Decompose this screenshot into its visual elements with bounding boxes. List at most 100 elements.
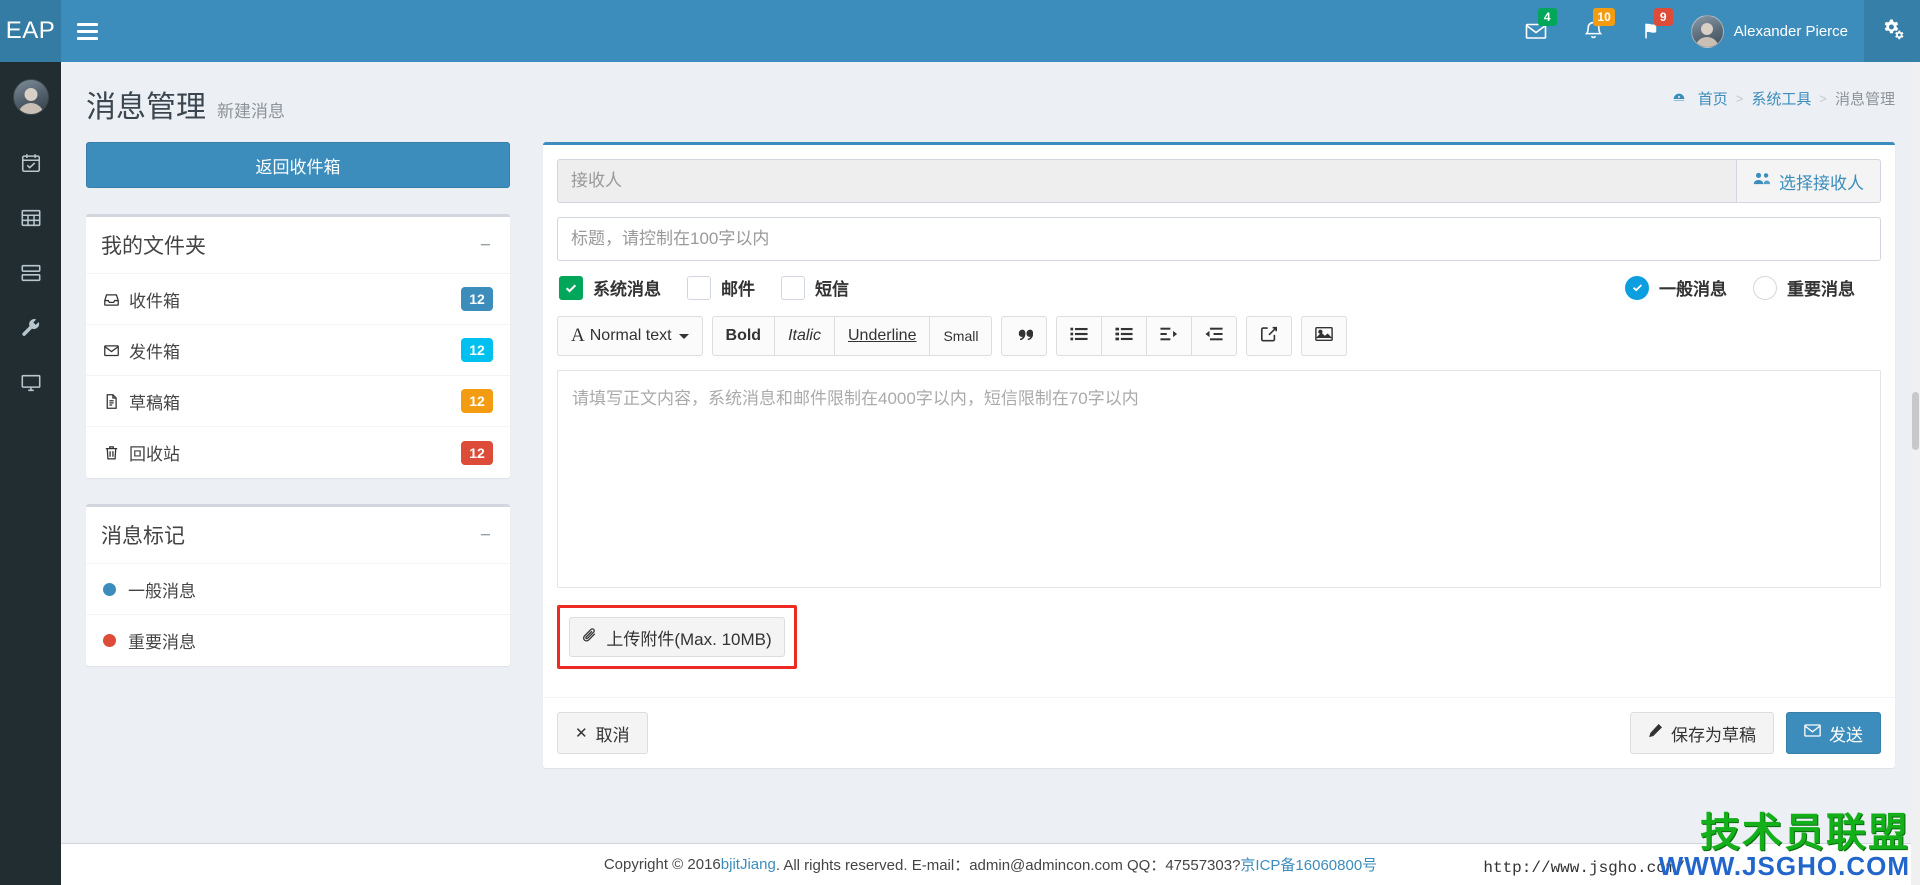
- text-style-dropdown[interactable]: A Normal text: [557, 316, 703, 356]
- sidebar-item-label: 草稿箱: [129, 389, 461, 414]
- quote-button[interactable]: [1001, 316, 1047, 356]
- copyright-suffix: . All rights reserved. E-mail：admin@admi…: [776, 854, 1241, 875]
- breadcrumb-item-system-tools[interactable]: 系统工具: [1751, 88, 1811, 109]
- checkbox-icon[interactable]: [687, 276, 711, 300]
- copyright-prefix: Copyright © 2016: [604, 856, 721, 873]
- quote-left-icon: [1015, 326, 1033, 347]
- checkbox-icon[interactable]: [781, 276, 805, 300]
- pencil-icon: [1648, 723, 1663, 743]
- recipient-group: 选择接收人: [557, 159, 1881, 203]
- message-options-row: 系统消息 邮件 短信: [559, 275, 1881, 300]
- tasks-menu[interactable]: 9: [1623, 0, 1681, 62]
- footer-icp-link[interactable]: 京ICP备16060800号: [1240, 854, 1377, 875]
- cancel-button[interactable]: ✕ 取消: [557, 712, 648, 754]
- ordered-list-button[interactable]: [1101, 316, 1147, 356]
- pick-recipient-button[interactable]: 选择接收人: [1736, 159, 1881, 203]
- sidebar-item-trash[interactable]: 回收站 12: [86, 427, 510, 478]
- priority-normal[interactable]: 一般消息: [1625, 275, 1727, 300]
- navbar-spacer: [113, 0, 1507, 62]
- back-to-inbox-button[interactable]: 返回收件箱: [86, 142, 510, 188]
- channel-label: 邮件: [721, 275, 755, 300]
- channel-email[interactable]: 邮件: [687, 275, 755, 300]
- sidebar-item-outbox[interactable]: 发件箱 12: [86, 325, 510, 376]
- desktop-icon: [20, 372, 42, 394]
- small-button[interactable]: Small: [929, 316, 992, 356]
- bold-button[interactable]: Bold: [712, 316, 776, 356]
- messages-badge: 4: [1538, 8, 1557, 26]
- save-draft-button[interactable]: 保存为草稿: [1630, 712, 1774, 754]
- rail-item-tools[interactable]: [0, 300, 61, 355]
- recipient-input[interactable]: [557, 159, 1736, 203]
- upload-attachment-label: 上传附件(Max. 10MB): [606, 625, 771, 650]
- left-rail: [0, 62, 61, 885]
- message-labels-list: 一般消息 重要消息: [86, 563, 510, 666]
- sidebar-item-inbox[interactable]: 收件箱 12: [86, 274, 510, 325]
- rail-item-server[interactable]: [0, 245, 61, 300]
- ordered-list-icon: [1115, 326, 1133, 347]
- send-label: 发送: [1829, 721, 1863, 746]
- message-body-editor[interactable]: 请填写正文内容，系统消息和邮件限制在4000字以内，短信限制在70字以内: [557, 370, 1881, 588]
- my-folders-title: 我的文件夹: [101, 230, 206, 260]
- compose-column: 选择接收人 系统消息: [510, 142, 1895, 768]
- breadcrumb-separator: >: [1819, 91, 1827, 106]
- message-labels-title: 消息标记: [101, 520, 185, 550]
- rail-item-desktop[interactable]: [0, 355, 61, 410]
- link-button[interactable]: [1246, 316, 1292, 356]
- chevron-down-icon: [679, 334, 689, 339]
- channel-label: 短信: [815, 275, 849, 300]
- channel-sms[interactable]: 短信: [781, 275, 849, 300]
- list-group: [1056, 316, 1237, 356]
- page-scrollbar[interactable]: [1911, 62, 1920, 885]
- breadcrumb-item-home[interactable]: 首页: [1698, 88, 1728, 109]
- sidebar-item-label: 一般消息: [128, 577, 493, 602]
- priority-label: 一般消息: [1659, 275, 1727, 300]
- trash-icon: [103, 444, 129, 461]
- radio-checked-icon[interactable]: [1625, 276, 1649, 300]
- hamburger-icon[interactable]: [61, 0, 113, 62]
- radio-icon[interactable]: [1753, 276, 1777, 300]
- sidebar-item-badge: 12: [461, 338, 493, 362]
- rail-avatar: [13, 79, 49, 115]
- footer-brand-link[interactable]: bjitJiang: [721, 856, 776, 873]
- rail-item-table[interactable]: [0, 190, 61, 245]
- upload-attachment-button[interactable]: 上传附件(Max. 10MB): [569, 617, 785, 657]
- sidebar-item-label: 回收站: [129, 440, 461, 465]
- page-header: 消息管理 新建消息: [61, 62, 1920, 120]
- file-text-icon: [103, 393, 129, 410]
- sidebar-item-drafts[interactable]: 草稿箱 12: [86, 376, 510, 427]
- scrollbar-thumb[interactable]: [1912, 392, 1919, 450]
- sidebar-item-label: 发件箱: [129, 338, 461, 363]
- italic-button[interactable]: Italic: [774, 316, 835, 356]
- underline-button[interactable]: Underline: [834, 316, 930, 356]
- message-labels-header: 消息标记 −: [86, 507, 510, 563]
- gears-icon: [1881, 17, 1904, 45]
- image-button[interactable]: [1301, 316, 1347, 356]
- subject-input[interactable]: [557, 217, 1881, 261]
- sidebar-item-label-important[interactable]: 重要消息: [86, 615, 510, 666]
- sidebar-item-label-normal[interactable]: 一般消息: [86, 564, 510, 615]
- send-button[interactable]: 发送: [1786, 712, 1881, 754]
- settings-toggle[interactable]: [1864, 0, 1920, 62]
- compose-footer: ✕ 取消 保存为草稿: [543, 697, 1895, 768]
- checkbox-checked-icon[interactable]: [559, 276, 583, 300]
- priority-important[interactable]: 重要消息: [1753, 275, 1855, 300]
- outdent-button[interactable]: [1191, 316, 1237, 356]
- subject-group: [557, 217, 1881, 261]
- page-title: 消息管理: [86, 82, 206, 126]
- sidebar-item-badge: 12: [461, 389, 493, 413]
- messages-menu[interactable]: 4: [1507, 0, 1565, 62]
- unordered-list-button[interactable]: [1056, 316, 1102, 356]
- user-menu[interactable]: Alexander Pierce: [1681, 0, 1864, 62]
- text-style-group: A Normal text: [557, 316, 703, 356]
- channel-system-message[interactable]: 系统消息: [559, 275, 661, 300]
- indent-button[interactable]: [1146, 316, 1192, 356]
- minus-icon[interactable]: −: [476, 236, 495, 255]
- rail-item-calendar[interactable]: [0, 135, 61, 190]
- sidebar-column: 返回收件箱 我的文件夹 − 收件箱 1: [86, 142, 510, 768]
- priority-label: 重要消息: [1787, 275, 1855, 300]
- minus-icon[interactable]: −: [476, 526, 495, 545]
- text-style-label: Normal text: [590, 327, 672, 345]
- notifications-menu[interactable]: 10: [1565, 0, 1623, 62]
- app-logo[interactable]: EAP: [0, 0, 61, 62]
- editor-toolbar: A Normal text Bold Italic Underline Smal…: [557, 316, 1881, 356]
